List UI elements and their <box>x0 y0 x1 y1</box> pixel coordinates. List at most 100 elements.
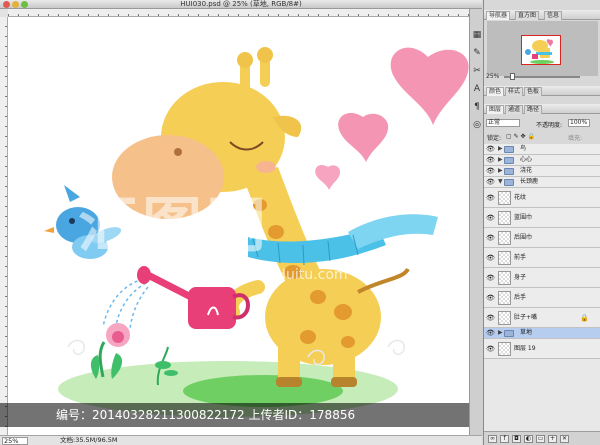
folder-icon <box>504 330 514 337</box>
color-panel-header: 颜色 样式 色板 <box>484 86 600 96</box>
blend-mode-select[interactable]: 正常 <box>486 119 520 127</box>
layer-name: 前手 <box>514 254 527 261</box>
link-layers-icon[interactable]: ∞ <box>488 435 497 443</box>
navigator-view-box[interactable] <box>521 35 561 65</box>
visibility-eye-icon[interactable]: 👁 <box>486 329 495 337</box>
tools-icon[interactable]: ✂ <box>471 65 483 77</box>
watermark-url: www.Huitu.com <box>238 267 348 283</box>
canvas[interactable]: 汇图网 www.Huitu.com <box>8 17 476 435</box>
lock-label: 锁定: <box>487 135 502 142</box>
tab-channels[interactable]: 通道 <box>505 105 524 114</box>
watermark-logo: 汇图网 <box>78 191 270 261</box>
delete-layer-icon[interactable]: ✕ <box>560 435 569 443</box>
ruler-corner <box>0 9 8 17</box>
visibility-eye-icon[interactable]: 👁 <box>486 345 495 353</box>
layer-row[interactable]: 👁 图层 19 <box>484 339 600 359</box>
tab-navigator[interactable]: 导航器 <box>486 11 511 20</box>
opacity-label: 不透明度: <box>536 122 563 129</box>
giraffe-tail <box>357 267 410 294</box>
photoshop-window: HUI030.psd @ 25% (草地, RGB/8#) 汇图网 www.Hu… <box>0 0 600 445</box>
brush-icon[interactable]: ✎ <box>471 47 483 59</box>
paragraph-icon[interactable]: ¶ <box>471 101 483 113</box>
layer-row[interactable]: 👁 花纹 <box>484 188 600 208</box>
zoom-field[interactable]: 25% <box>2 437 28 445</box>
expand-arrow-right-icon[interactable]: ▶ <box>498 329 503 337</box>
layer-row[interactable]: 👁 后围巾 <box>484 228 600 248</box>
layer-style-icon[interactable]: f <box>500 435 509 443</box>
layers-panel-header: 图层 通道 路径 <box>484 104 600 114</box>
visibility-eye-icon[interactable]: 👁 <box>486 167 495 175</box>
layer-row[interactable]: 👁 后手 <box>484 288 600 308</box>
layer-thumbnail <box>498 251 511 265</box>
visibility-eye-icon[interactable]: 👁 <box>486 214 495 222</box>
navigator-preview[interactable] <box>487 21 598 76</box>
layers-footer: ∞ f ◘ ◐ ▭ + ✕ <box>484 431 600 445</box>
opacity-field[interactable]: 100% <box>568 119 590 127</box>
layer-name: 鸟 <box>520 145 527 152</box>
visibility-eye-icon[interactable]: 👁 <box>486 274 495 282</box>
navigator-zoom-value: 25% <box>486 73 500 80</box>
layer-group-row[interactable]: 👁 ▶ 鸟 <box>484 144 600 155</box>
expand-arrow-down-icon[interactable]: ▼ <box>498 178 503 186</box>
document-title: HUI030.psd @ 25% (草地, RGB/8#) <box>180 0 302 8</box>
adjustment-layer-icon[interactable]: ◐ <box>524 435 533 443</box>
history-icon[interactable]: ▦ <box>471 29 483 41</box>
tab-paths[interactable]: 路径 <box>524 105 543 114</box>
visibility-eye-icon[interactable]: 👁 <box>486 294 495 302</box>
layer-group-row[interactable]: 👁 ▶ 心心 <box>484 155 600 166</box>
folder-icon <box>504 168 514 175</box>
navigator-zoom-knob[interactable] <box>510 73 515 80</box>
tab-styles[interactable]: 样式 <box>505 87 524 96</box>
visibility-eye-icon[interactable]: 👁 <box>486 145 495 153</box>
navigator-zoom-slider[interactable] <box>504 76 580 78</box>
tab-swatches[interactable]: 色板 <box>524 87 543 96</box>
visibility-eye-icon[interactable]: 👁 <box>486 194 495 202</box>
layer-row[interactable]: 👁 蓝围巾 <box>484 208 600 228</box>
navigator-panel-header: 导航器 直方图 信息 <box>484 10 600 20</box>
layer-group-row[interactable]: 👁 ▶ 草地 <box>484 328 600 339</box>
navigator-thumbnail <box>525 39 554 64</box>
layer-mode-row: 正常 不透明度: 100% <box>484 117 600 129</box>
character-icon[interactable]: A <box>471 83 483 95</box>
visibility-eye-icon[interactable]: 👁 <box>486 314 495 322</box>
visibility-eye-icon[interactable]: 👁 <box>486 234 495 242</box>
horizontal-ruler[interactable] <box>8 9 476 17</box>
layer-row[interactable]: 👁 🔒 肚子+嘴 <box>484 308 600 328</box>
layer-name: 花纹 <box>514 194 527 201</box>
layer-thumbnail <box>498 271 511 285</box>
layer-name: 心心 <box>520 156 533 163</box>
panel-tool-strip: ▦ ✎ ✂ A ¶ ◎ <box>469 9 483 435</box>
layer-group-row[interactable]: 👁 ▶ 浇花 <box>484 166 600 177</box>
layer-name: 后手 <box>514 294 527 301</box>
tab-info[interactable]: 信息 <box>544 11 563 20</box>
expand-arrow-right-icon[interactable]: ▶ <box>498 156 503 164</box>
layer-group-row[interactable]: 👁 ▼ 长颈鹿 <box>484 177 600 188</box>
tab-color[interactable]: 颜色 <box>486 87 505 96</box>
add-mask-icon[interactable]: ◘ <box>512 435 521 443</box>
expand-arrow-right-icon[interactable]: ▶ <box>498 145 503 153</box>
folder-icon <box>504 157 514 164</box>
layer-name: 蓝围巾 <box>514 214 533 221</box>
visibility-eye-icon[interactable]: 👁 <box>486 156 495 164</box>
visibility-eye-icon[interactable]: 👁 <box>486 178 495 186</box>
document-status-bar: 25% 文档:35.5M/96.5M <box>0 435 482 445</box>
vertical-ruler[interactable] <box>0 17 8 435</box>
folder-icon <box>504 179 514 186</box>
tab-histogram[interactable]: 直方图 <box>515 11 540 20</box>
expand-arrow-right-icon[interactable]: ▶ <box>498 167 503 175</box>
layer-thumbnail <box>498 311 511 325</box>
new-group-icon[interactable]: ▭ <box>536 435 545 443</box>
layer-thumbnail <box>498 342 511 356</box>
lock-row: 锁定: ▢ ✎ ✥ 🔒 填充: <box>484 131 600 142</box>
document-size[interactable]: 文档:35.5M/96.5M <box>60 436 118 445</box>
new-layer-icon[interactable]: + <box>548 435 557 443</box>
lock-options-icons[interactable]: ▢ ✎ ✥ 🔒 <box>506 133 535 140</box>
layer-name: 后围巾 <box>514 234 533 241</box>
layer-row[interactable]: 👁 身子 <box>484 268 600 288</box>
tab-layers[interactable]: 图层 <box>486 105 505 114</box>
clone-source-icon[interactable]: ◎ <box>471 119 483 131</box>
layer-row[interactable]: 👁 前手 <box>484 248 600 268</box>
visibility-eye-icon[interactable]: 👁 <box>486 254 495 262</box>
watermark-id-bar: 编号：20140328211300822172 上传者ID：178856 <box>0 403 482 427</box>
pink-hearts <box>315 47 469 190</box>
